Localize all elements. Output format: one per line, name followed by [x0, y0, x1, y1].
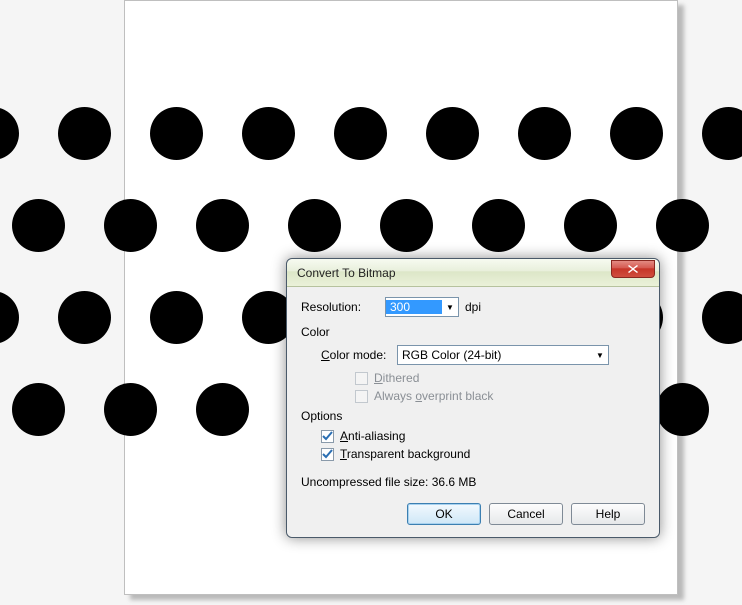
transparent-bg-label: Transparent background [340, 447, 470, 461]
transparent-bg-row: Transparent background [321, 447, 645, 461]
color-mode-value: RGB Color (24-bit) [398, 348, 592, 362]
checkmark-icon [322, 449, 333, 460]
filesize-label: Uncompressed file size: [301, 475, 428, 489]
ok-button[interactable]: OK [407, 503, 481, 525]
anti-aliasing-checkbox[interactable] [321, 430, 334, 443]
filesize-row: Uncompressed file size: 36.6 MB [301, 475, 645, 489]
options-section-label: Options [301, 409, 645, 423]
dithered-row: Dithered [355, 371, 645, 385]
chevron-down-icon: ▼ [442, 298, 458, 316]
options-section: Anti-aliasing Transparent background [301, 429, 645, 461]
dialog-body: Resolution: 300 ▼ dpi Color Color mode: … [287, 287, 659, 537]
resolution-label: Resolution: [301, 300, 385, 314]
always-overprint-row: Always overprint black [355, 389, 645, 403]
color-section: Color mode: RGB Color (24-bit) ▼ Dithere… [321, 345, 645, 403]
chevron-down-icon: ▼ [592, 346, 608, 364]
dithered-label: Dithered [374, 371, 419, 385]
help-button[interactable]: Help [571, 503, 645, 525]
close-icon [628, 265, 638, 273]
checkmark-icon [322, 431, 333, 442]
dialog-title: Convert To Bitmap [297, 266, 655, 280]
dialog-buttons: OK Cancel Help [301, 503, 645, 525]
resolution-combobox[interactable]: 300 ▼ [385, 297, 459, 317]
resolution-row: Resolution: 300 ▼ dpi [301, 297, 645, 317]
resolution-value: 300 [386, 300, 442, 314]
filesize-value: 36.6 MB [432, 475, 477, 489]
color-section-label: Color [301, 325, 645, 339]
anti-aliasing-row: Anti-aliasing [321, 429, 645, 443]
dialog-titlebar[interactable]: Convert To Bitmap [287, 259, 659, 287]
color-mode-row: Color mode: RGB Color (24-bit) ▼ [321, 345, 645, 365]
convert-to-bitmap-dialog: Convert To Bitmap Resolution: 300 ▼ dpi … [286, 258, 660, 538]
cancel-button[interactable]: Cancel [489, 503, 563, 525]
dithered-checkbox [355, 372, 368, 385]
always-overprint-label: Always overprint black [374, 389, 493, 403]
transparent-bg-checkbox[interactable] [321, 448, 334, 461]
color-mode-combobox[interactable]: RGB Color (24-bit) ▼ [397, 345, 609, 365]
close-button[interactable] [611, 260, 655, 278]
resolution-unit: dpi [465, 300, 481, 314]
anti-aliasing-label: Anti-aliasing [340, 429, 405, 443]
always-overprint-checkbox [355, 390, 368, 403]
color-mode-label: Color mode: [321, 348, 397, 362]
